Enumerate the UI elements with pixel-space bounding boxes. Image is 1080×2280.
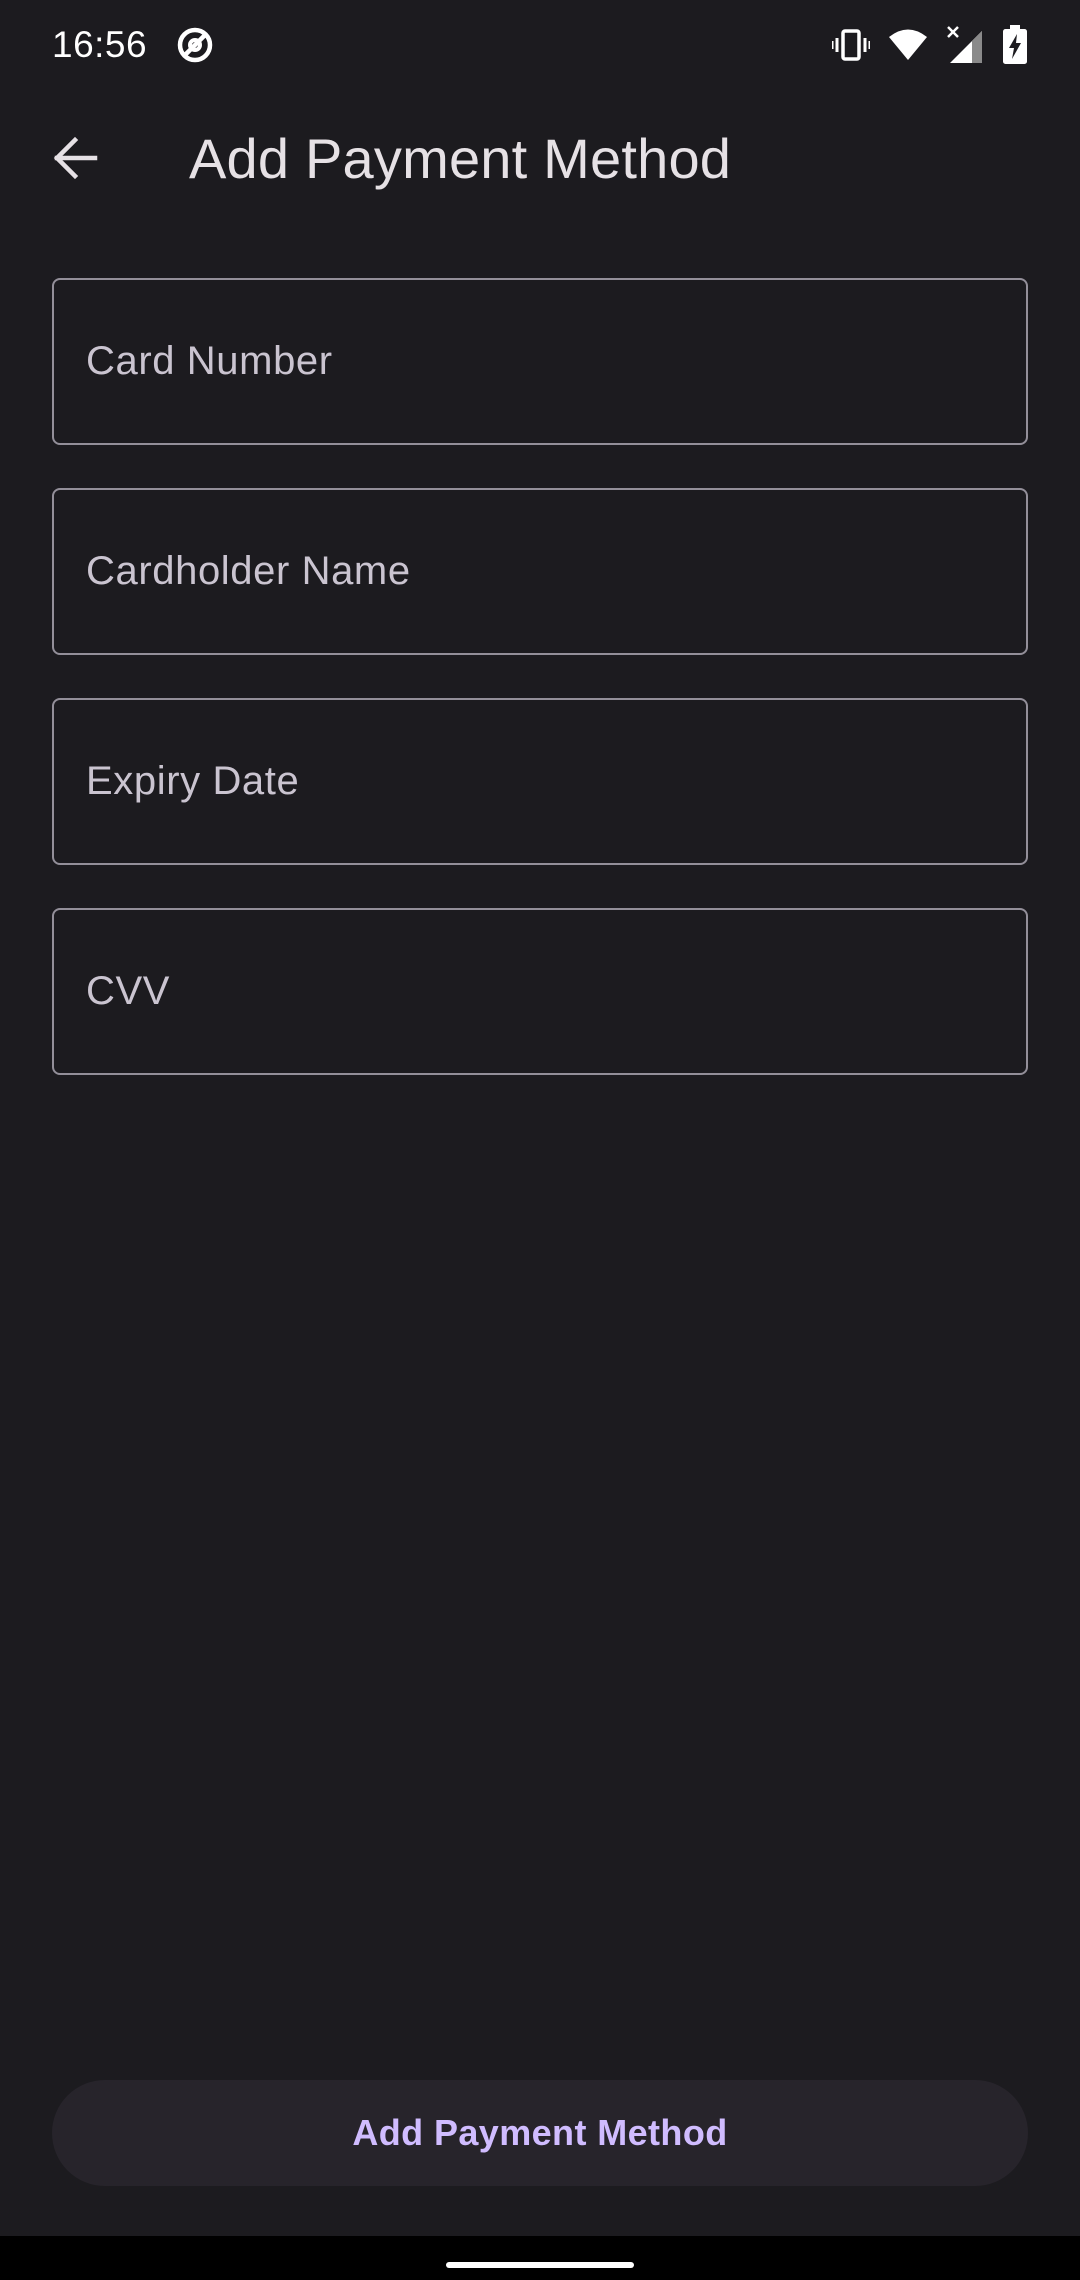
status-left: 16:56: [52, 24, 215, 66]
cell-signal-icon: [946, 25, 984, 65]
status-time: 16:56: [52, 24, 148, 65]
cardholder-name-field[interactable]: [52, 488, 1028, 655]
cardholder-name-input[interactable]: [54, 490, 1026, 653]
navigation-bar: [0, 2236, 1080, 2280]
payment-form: [52, 278, 1028, 1118]
status-bar: 16:56: [0, 0, 1080, 90]
arrow-back-icon: [53, 135, 99, 186]
battery-charging-icon: [1002, 25, 1028, 65]
expiry-date-input[interactable]: [54, 700, 1026, 863]
add-payment-method-button[interactable]: Add Payment Method: [52, 2080, 1028, 2186]
home-handle[interactable]: [446, 2262, 634, 2268]
add-payment-method-screen: 16:56 Add Payment Method Card Number Car…: [0, 0, 1080, 2280]
wifi-icon: [888, 28, 928, 62]
back-button[interactable]: [38, 122, 114, 198]
page-title: Add Payment Method: [189, 127, 732, 190]
card-number-field[interactable]: [52, 278, 1028, 445]
assistant-icon: [175, 25, 215, 65]
card-number-input[interactable]: [54, 280, 1026, 443]
status-right: [832, 25, 1028, 65]
cvv-input[interactable]: [54, 910, 1026, 1073]
app-bar: Add Payment Method: [0, 100, 1080, 222]
vibrate-icon: [832, 27, 870, 63]
cvv-field[interactable]: [52, 908, 1028, 1075]
expiry-date-field[interactable]: [52, 698, 1028, 865]
